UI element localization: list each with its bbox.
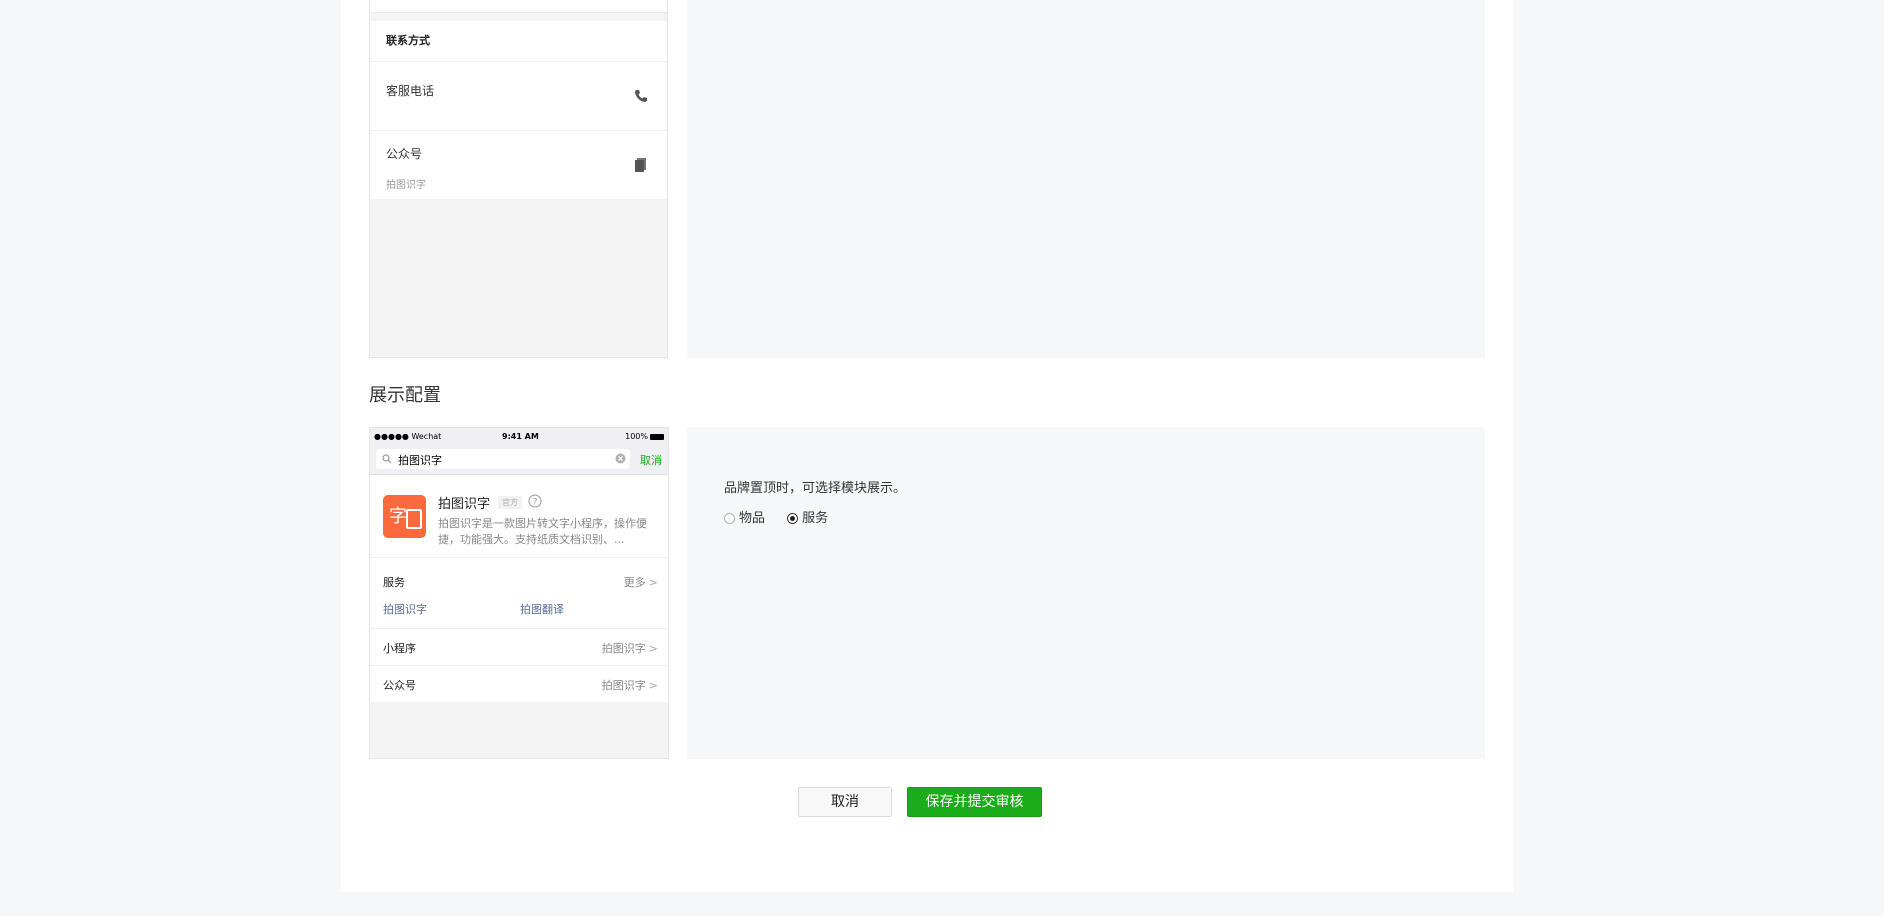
app-description: 拍图识字是一款图片转文字小程序，操作便捷，功能强大。支持纸质文档识别、... xyxy=(438,517,647,546)
result-card: 字 拍图识字 官方 ? 拍图识字是一款图片转文字小程序，操作便捷，功能强大。支持… xyxy=(370,475,668,702)
app-result-row: 字 拍图识字 官方 ? 拍图识字是一款图片转文字小程序，操作便捷，功能强大。支持… xyxy=(370,475,668,558)
list-item: 公众号 拍图识字 > xyxy=(370,666,668,702)
logo-char: 字 xyxy=(389,506,407,527)
search-result-preview-phone: ●●●●● Wechat 9:41 AM 100% 拍图识字 取消 字 拍图识字… xyxy=(369,427,669,759)
config-description: 品牌置顶时，可选择模块展示。 xyxy=(724,481,907,496)
carrier-signal: ●●●●● Wechat xyxy=(374,432,442,441)
separator xyxy=(370,13,667,21)
contact-card: 联系方式 客服电话 公众号 拍图识字 xyxy=(370,21,667,199)
document-icon xyxy=(635,158,646,172)
radio-circle-services[interactable] xyxy=(787,513,799,524)
services-title: 服务 xyxy=(383,576,405,589)
radio-circle-goods[interactable] xyxy=(724,513,735,524)
radio-label-goods: 物品 xyxy=(739,511,766,526)
customer-service-phone-label: 客服电话 xyxy=(386,84,435,98)
services-more-label: 更多 xyxy=(623,576,646,589)
chevron-right-icon: > xyxy=(648,576,658,589)
preview-top-strip xyxy=(370,0,667,13)
cancel-button[interactable]: 取消 xyxy=(798,787,892,817)
app-name: 拍图识字 xyxy=(438,497,491,512)
service-link: 拍图识字 xyxy=(383,603,427,616)
search-bar: 拍图识字 取消 xyxy=(370,446,668,475)
battery-status: 100% xyxy=(625,432,664,441)
display-module-radio-group: 物品 服务 xyxy=(724,507,846,526)
search-input: 拍图识字 xyxy=(376,449,630,469)
official-badge: 官方 xyxy=(498,496,522,509)
services-more: 更多 > xyxy=(624,574,658,590)
clear-icon xyxy=(615,453,626,464)
display-config-panel: 品牌置顶时，可选择模块展示。 物品 服务 xyxy=(687,427,1485,759)
battery-icon xyxy=(650,433,664,440)
official-account-name: 拍图识字 xyxy=(386,180,426,191)
radio-option-goods[interactable]: 物品 xyxy=(724,507,765,526)
official-account-label: 公众号 xyxy=(386,147,423,161)
radio-option-services[interactable]: 服务 xyxy=(787,507,828,526)
phone-icon xyxy=(635,90,647,102)
radio-label-services: 服务 xyxy=(802,511,829,526)
svg-text:?: ? xyxy=(533,498,538,508)
contact-preview-phone: 联系方式 客服电话 公众号 拍图识字 xyxy=(369,0,668,358)
list-item-value: 拍图识字 > xyxy=(602,677,658,693)
customer-service-phone-row: 客服电话 xyxy=(370,62,667,131)
chevron-right-icon: > xyxy=(648,642,658,655)
list-item-value-text: 拍图识字 xyxy=(601,679,646,692)
list-item-value-text: 拍图识字 xyxy=(601,642,646,655)
list-item-label: 小程序 xyxy=(383,642,416,655)
logo-frame xyxy=(406,509,422,529)
search-icon xyxy=(382,454,392,464)
service-link: 拍图翻译 xyxy=(520,603,564,616)
status-bar: ●●●●● Wechat 9:41 AM 100% xyxy=(370,428,668,446)
list-item-value: 拍图识字 > xyxy=(602,640,658,656)
top-config-panel xyxy=(687,0,1485,358)
services-block: 服务 更多 > 拍图识字 拍图翻译 xyxy=(370,558,668,629)
official-account-row: 公众号 拍图识字 xyxy=(370,131,667,199)
chevron-right-icon: > xyxy=(648,679,658,692)
status-time: 9:41 AM xyxy=(502,432,539,441)
contact-header: 联系方式 xyxy=(370,21,667,62)
save-and-submit-button[interactable]: 保存并提交审核 xyxy=(907,787,1042,817)
list-item-label: 公众号 xyxy=(383,679,416,692)
search-cancel-link: 取消 xyxy=(640,454,662,467)
search-query: 拍图识字 xyxy=(398,454,442,467)
app-logo: 字 xyxy=(383,495,426,538)
list-item: 小程序 拍图识字 > xyxy=(370,629,668,666)
section-title-display-config: 展示配置 xyxy=(369,385,441,406)
help-icon: ? xyxy=(528,494,542,508)
battery-percent: 100% xyxy=(625,432,648,441)
main-panel: 联系方式 客服电话 公众号 拍图识字 展示配置 ●●●●● Wechat 9:4… xyxy=(341,0,1513,892)
